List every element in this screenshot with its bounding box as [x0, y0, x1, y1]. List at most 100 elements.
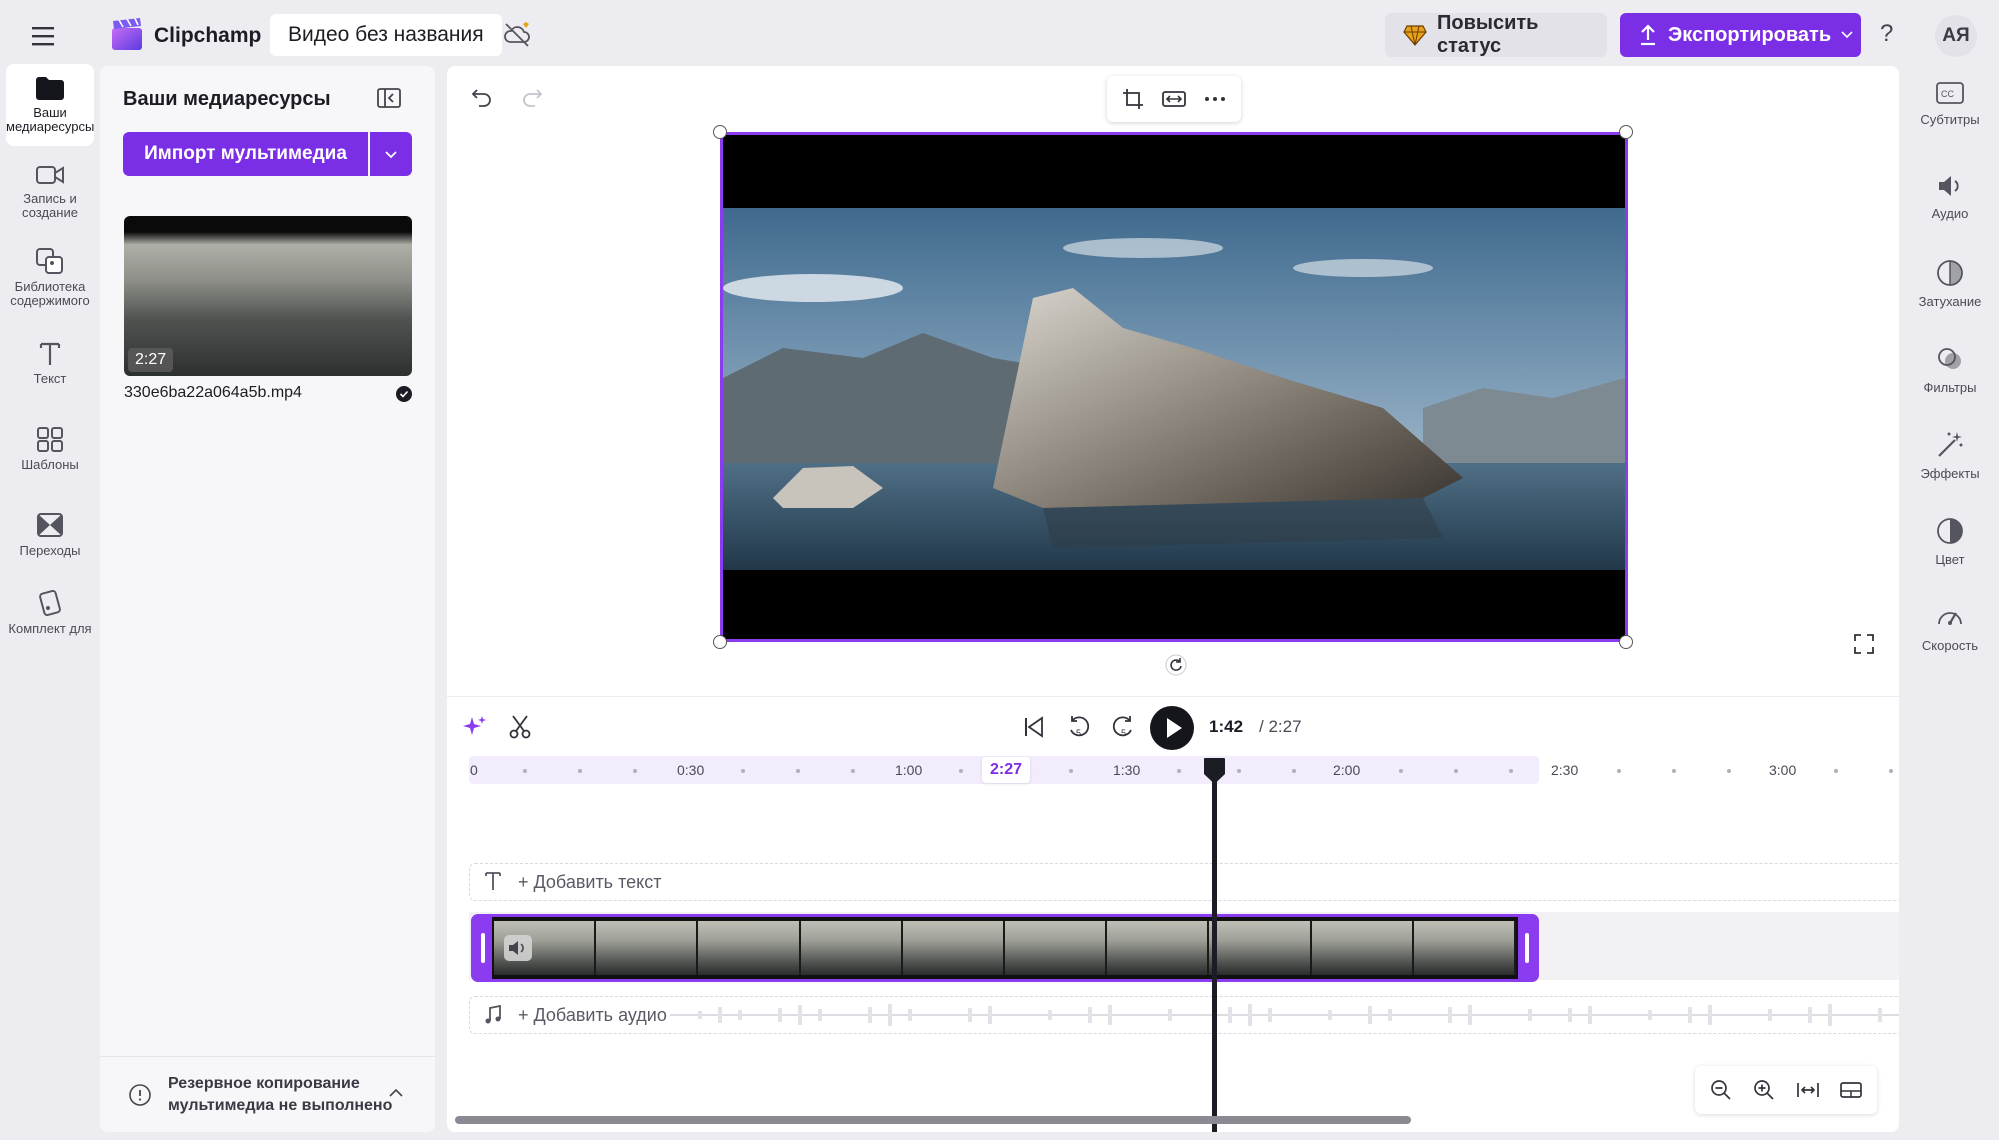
diamond-icon — [1403, 24, 1427, 46]
rail-item-fade[interactable]: Затухание — [1906, 258, 1994, 309]
rotate-icon[interactable] — [1165, 654, 1187, 676]
rail-item-speed[interactable]: Скорость — [1906, 602, 1994, 653]
ruler-label: 0 — [470, 762, 478, 778]
add-audio-track[interactable]: + Добавить аудио — [469, 996, 1899, 1034]
templates-icon — [37, 427, 63, 452]
transitions-icon — [37, 513, 63, 537]
cloud-sync-off-icon[interactable] — [502, 20, 534, 50]
forward-5s-icon[interactable]: 5 — [1108, 712, 1138, 742]
ruler-dot — [523, 769, 527, 773]
svg-text:5: 5 — [1076, 728, 1081, 738]
media-thumbnail[interactable]: 2:27 — [124, 216, 412, 376]
rail-item-media[interactable]: Ваши медиаресурсы — [6, 64, 94, 146]
rail-item-color[interactable]: Цвет — [1906, 516, 1994, 567]
svg-text:CC: CC — [1941, 89, 1954, 99]
fit-icon[interactable] — [1159, 84, 1189, 114]
avatar[interactable]: АЯ — [1935, 15, 1977, 57]
rewind-5s-icon[interactable]: 5 — [1064, 712, 1094, 742]
project-title[interactable]: Видео без названия — [270, 14, 502, 56]
rail-item-transitions[interactable]: Переходы — [6, 510, 94, 558]
audio-waveform — [670, 1004, 1899, 1026]
rail-item-label: Эффекты — [1920, 466, 1980, 481]
resize-handle[interactable] — [713, 635, 727, 649]
help-button[interactable]: ? — [1880, 20, 1893, 48]
zoom-out-icon[interactable] — [1706, 1075, 1736, 1105]
filters-icon — [1938, 348, 1961, 369]
redo-icon[interactable] — [519, 84, 545, 110]
clip-volume-icon[interactable] — [504, 935, 532, 961]
more-options-icon[interactable] — [1200, 84, 1230, 114]
crop-icon[interactable] — [1118, 84, 1148, 114]
play-button[interactable] — [1150, 706, 1194, 750]
rail-item-text[interactable]: Текст — [6, 340, 94, 386]
ruler-dot — [1727, 769, 1731, 773]
playhead-handle[interactable] — [1202, 756, 1227, 786]
rail-item-brand-kit[interactable]: Комплект для — [6, 588, 94, 636]
rail-item-templates[interactable]: Шаблоны — [6, 424, 94, 472]
speaker-icon — [1939, 176, 1959, 196]
rail-item-label: Шаблоны — [21, 457, 79, 472]
rail-item-captions[interactable]: CC Субтитры — [1906, 80, 1994, 127]
timeline-scrollbar[interactable] — [455, 1116, 1411, 1124]
expand-timeline-icon[interactable] — [1836, 1075, 1866, 1105]
resize-handle[interactable] — [713, 125, 727, 139]
svg-text:5: 5 — [1121, 728, 1126, 738]
import-media-button[interactable]: Импорт мультимедиа — [123, 132, 368, 176]
video-preview[interactable] — [720, 132, 1628, 642]
ruler-dot — [1292, 769, 1296, 773]
preview-frame-image — [723, 208, 1625, 570]
clip-trim-handle-right[interactable] — [1518, 917, 1536, 979]
brand-name: Clipchamp — [154, 24, 262, 47]
collapse-panel-icon[interactable] — [376, 86, 402, 110]
info-icon — [128, 1083, 152, 1107]
rail-item-label: Комплект для — [8, 621, 92, 636]
rail-item-audio[interactable]: Аудио — [1906, 172, 1994, 221]
undo-icon[interactable] — [469, 84, 495, 110]
clipchamp-logo-icon — [110, 18, 146, 52]
rail-item-record[interactable]: Запись и создание — [6, 162, 94, 220]
ruler-dot — [741, 769, 745, 773]
rail-item-label: Переходы — [19, 543, 81, 558]
video-clip[interactable] — [471, 914, 1539, 982]
fullscreen-icon[interactable] — [1852, 632, 1876, 656]
ruler-label: 1:00 — [895, 762, 923, 778]
backup-status[interactable]: Резервное копирование мультимедиа не вып… — [100, 1056, 435, 1132]
rail-item-effects[interactable]: Эффекты — [1906, 430, 1994, 481]
import-dropdown-button[interactable] — [370, 132, 412, 176]
playhead[interactable] — [1212, 766, 1217, 1132]
ruler-dot — [1834, 769, 1838, 773]
resize-handle[interactable] — [1619, 635, 1633, 649]
rail-item-label: Ваши медиаресурсы — [6, 105, 95, 134]
ruler-dot — [633, 769, 637, 773]
clip-trim-handle-left[interactable] — [474, 917, 492, 979]
fit-timeline-icon[interactable] — [1793, 1075, 1823, 1105]
ai-sparkle-icon[interactable] — [462, 714, 488, 740]
chevron-down-icon — [385, 151, 397, 159]
rail-item-label: Цвет — [1935, 552, 1965, 567]
rail-item-label: Затухание — [1918, 294, 1982, 309]
media-duration: 2:27 — [128, 348, 174, 372]
speed-icon — [1938, 612, 1962, 625]
editor-area: 5 5 1:42 / 2:27 0 0:30 1:00 1:30 2:00 2:… — [447, 66, 1899, 1132]
menu-icon[interactable] — [28, 22, 62, 50]
split-scissors-icon[interactable] — [507, 714, 533, 740]
ruler-dot — [1454, 769, 1458, 773]
camera-icon — [36, 166, 64, 184]
upgrade-button[interactable]: Повысить статус — [1385, 12, 1607, 57]
export-label: Экспортировать — [1668, 23, 1832, 46]
rail-item-library[interactable]: Библиотека содержимого — [6, 246, 94, 308]
text-icon — [39, 342, 61, 365]
add-text-track[interactable]: + Добавить текст — [469, 863, 1899, 901]
ruler-label: 2:30 — [1551, 762, 1579, 778]
rail-item-filters[interactable]: Фильтры — [1906, 344, 1994, 395]
skip-to-start-icon[interactable] — [1021, 714, 1047, 740]
library-icon — [36, 248, 63, 274]
chevron-up-icon — [388, 1087, 404, 1099]
media-filename: 330e6ba22a064a5b.mp4 — [124, 384, 302, 401]
resize-handle[interactable] — [1619, 125, 1633, 139]
export-button[interactable]: Экспортировать — [1620, 13, 1861, 57]
backup-message: Резервное копирование мультимедиа не вып… — [168, 1075, 393, 1114]
ruler-dot — [851, 769, 855, 773]
zoom-in-icon[interactable] — [1749, 1075, 1779, 1105]
ruler-label: 2:00 — [1333, 762, 1361, 778]
